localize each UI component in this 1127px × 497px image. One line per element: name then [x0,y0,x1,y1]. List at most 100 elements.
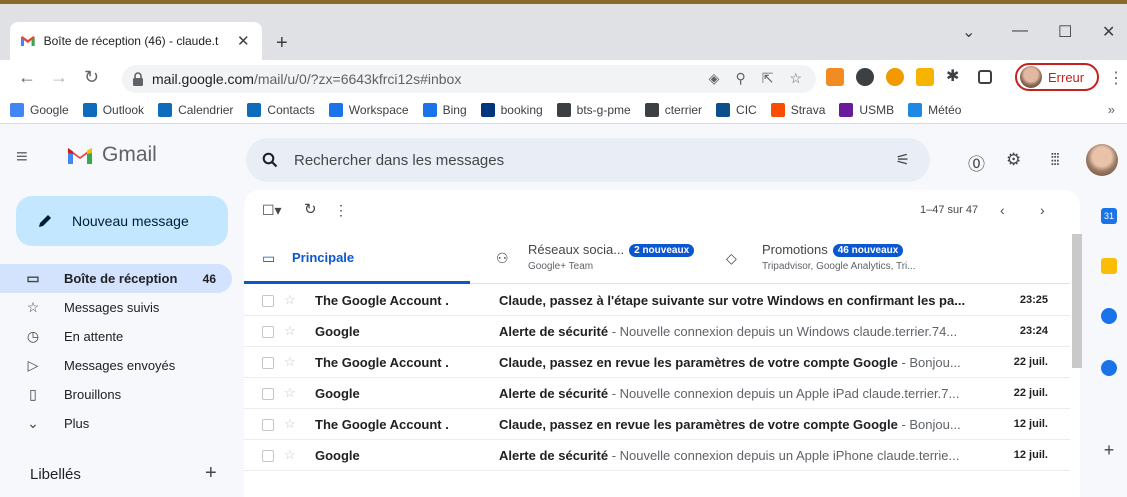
eye-icon[interactable]: ◈ [709,70,720,87]
side-panel-icon[interactable] [978,70,992,84]
nav-item-4[interactable]: ▯ Brouillons [0,380,232,409]
row-checkbox[interactable] [262,450,274,462]
extension-icon[interactable] [856,68,874,86]
row-checkbox[interactable] [262,388,274,400]
bookmarks-bar: Google Outlook Calendrier Contacts Workspace… [0,96,1127,124]
nav-item-2[interactable]: ◷ En attente [0,322,232,351]
email-row[interactable]: ☆ The Google Account . Claude, passez en r… [244,347,1070,378]
star-icon[interactable]: ☆ [284,292,296,308]
search-input[interactable]: Rechercher dans les messages [294,152,504,169]
pagination-text: 1–47 sur 47 [920,204,979,216]
back-arrow-icon[interactable]: ← [18,67,36,88]
gmail-logo[interactable]: Gmail [66,143,157,167]
row-checkbox[interactable] [262,419,274,431]
select-all-checkbox[interactable]: ☐▾ [262,202,282,219]
bookmark-strava[interactable]: Strava [770,102,825,117]
browser-menu-icon[interactable]: ⋮ [1108,68,1124,88]
add-label-button[interactable]: + [205,462,217,485]
send-icon: ▷ [27,357,39,373]
calendar-icon[interactable]: 31 [1101,208,1117,224]
bookmark-workspace[interactable]: Workspace [328,102,409,117]
scrollbar-thumb[interactable] [1072,234,1082,368]
bookmark-label: Google [30,102,69,117]
email-time: 12 juil. [1013,449,1048,461]
bookmark-cterrier[interactable]: cterrier [644,102,702,117]
zoom-icon[interactable]: ⚲ [735,70,745,87]
email-row[interactable]: ☆ The Google Account . Claude, passez à l'… [244,285,1070,316]
email-time: 22 juil. [1013,356,1048,368]
meteo-icon [908,102,923,117]
email-row[interactable]: ☆ Google Alerte de sécurité - Nouvelle con… [244,378,1070,409]
star-icon[interactable]: ☆ [284,354,296,370]
row-checkbox[interactable] [262,295,274,307]
bookmark-bts-g-pme[interactable]: bts-g-pme [556,102,631,117]
email-sender: The Google Account . [315,293,449,308]
tab-close-icon[interactable]: ✕ [234,32,252,50]
main-menu-icon[interactable]: ≡ [16,146,28,169]
bookmark-outlook[interactable]: Outlook [82,102,144,117]
apps-grid-icon[interactable]: ⁞⁞⁞ [1050,150,1060,170]
bookmarks-more-icon[interactable]: » [1108,102,1115,117]
profile-error-button[interactable]: Erreur [1015,63,1099,91]
star-icon[interactable]: ☆ [284,416,296,432]
forward-arrow-icon[interactable]: → [50,67,68,88]
close-window-icon[interactable]: ✕ [1102,22,1115,42]
url-host: mail.google.com [152,71,254,87]
row-checkbox[interactable] [262,357,274,369]
refresh-icon[interactable]: ↻ [304,200,317,218]
more-options-icon[interactable]: ⋮ [334,202,348,219]
star-icon[interactable]: ☆ [284,385,296,401]
row-checkbox[interactable] [262,326,274,338]
email-row[interactable]: ☆ Google Alerte de sécurité - Nouvelle con… [244,316,1070,347]
bookmark-star-icon[interactable]: ☆ [789,70,802,87]
maximize-icon[interactable]: ☐ [1058,22,1072,42]
email-subject: Claude, passez en revue les paramètres d… [499,417,898,432]
reload-icon[interactable]: ↻ [84,67,99,88]
tab-promotions[interactable]: ◇ Promotions 46 nouveaux Tripadvisor, Goo… [700,230,960,284]
puzzle-icon[interactable]: ✱ [946,66,964,85]
nav-item-3[interactable]: ▷ Messages envoyés [0,351,232,380]
email-row[interactable]: ☆ Google Alerte de sécurité - Nouvelle con… [244,440,1070,471]
star-icon[interactable]: ☆ [284,447,296,463]
bookmark-booking[interactable]: booking [480,102,543,117]
share-icon[interactable]: ⇱ [762,70,774,87]
nav-item-0[interactable]: ▭ Boîte de réception 46 [0,264,232,293]
help-icon[interactable]: ⓪ [968,150,985,175]
compose-button[interactable]: Nouveau message [16,196,228,246]
address-bar[interactable]: mail.google.com/mail/u/0/?zx=6643kfrci12… [122,65,816,93]
draft-icon: ▯ [29,386,37,402]
tab-search-chevron-icon[interactable]: ⌄ [962,22,975,42]
contacts-icon[interactable] [1101,360,1117,376]
bookmark-m-t-o[interactable]: Météo [908,102,961,117]
new-tab-button[interactable]: + [276,32,288,55]
search-bar[interactable]: Rechercher dans les messages ⚟ [246,138,930,182]
next-page-icon[interactable]: › [1040,202,1045,218]
nav-item-5[interactable]: ⌄ Plus [0,409,232,438]
settings-gear-icon[interactable]: ⚙ [1006,150,1021,170]
bookmark-label: Contacts [267,102,315,117]
tab-social[interactable]: ⚇ Réseaux socia... 2 nouveaux Google+ Tea… [470,230,700,284]
minimize-icon[interactable]: — [1012,22,1028,40]
star-icon[interactable]: ☆ [284,323,296,339]
tab-primary[interactable]: ▭ Principale [244,230,470,284]
email-row[interactable]: ☆ The Google Account . Claude, passez en r… [244,409,1070,440]
tasks-icon[interactable] [1101,308,1117,324]
account-avatar[interactable] [1086,144,1118,176]
rss-extension-icon[interactable] [826,68,844,86]
nav-item-1[interactable]: ☆ Messages suivis [0,293,232,322]
bookmark-contacts[interactable]: Contacts [247,102,315,117]
search-options-icon[interactable]: ⚟ [896,150,910,170]
extension-icon-3[interactable] [916,68,934,86]
get-addons-icon[interactable]: + [1101,441,1117,459]
bookmark-cic[interactable]: CIC [716,102,757,117]
bookmark-calendrier[interactable]: Calendrier [158,102,233,117]
keep-icon[interactable] [1101,258,1117,274]
bookmark-usmb[interactable]: USMB [839,102,894,117]
bookmark-google[interactable]: Google [10,102,69,117]
extension-icon-2[interactable] [886,68,904,86]
lock-icon [133,72,143,86]
bookmark-bing[interactable]: Bing [422,102,467,117]
prev-page-icon[interactable]: ‹ [1000,202,1005,218]
search-icon[interactable] [262,152,278,168]
browser-tab-gmail[interactable]: Boîte de réception (46) - claude.t ✕ [10,22,262,60]
